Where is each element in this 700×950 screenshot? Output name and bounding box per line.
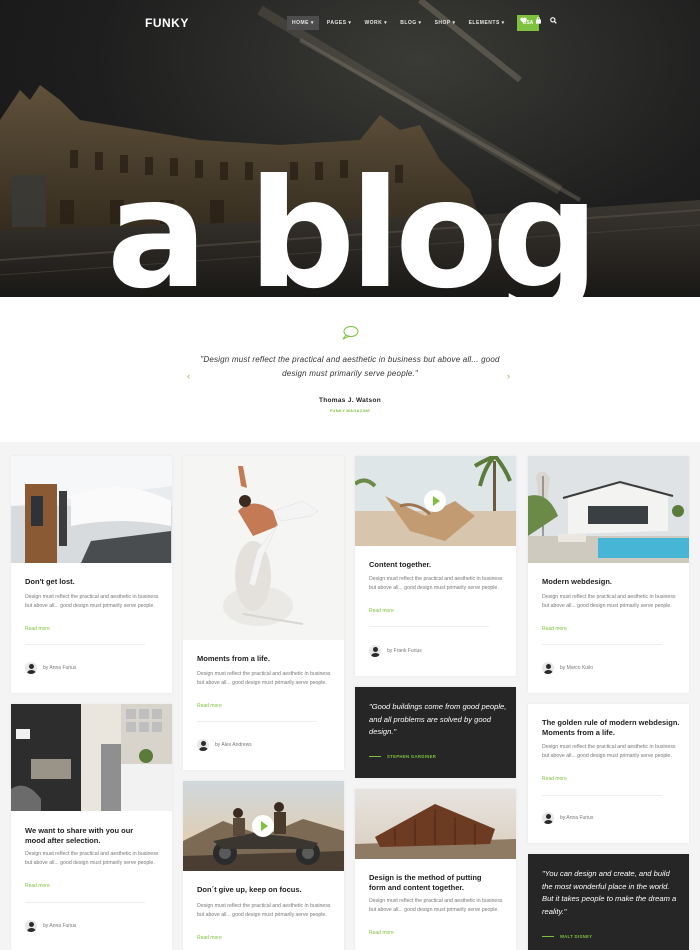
blog-card[interactable]: Don´t give up, keep on focus. Design mus… [183, 781, 344, 950]
accent-line [542, 936, 554, 937]
main-menu: HOME ▾ PAGES ▾ WORK ▾ BLOG ▾ SHOP ▾ ELEM… [287, 15, 540, 31]
card-excerpt: Design must reflect the practical and ae… [542, 744, 676, 759]
next-arrow[interactable]: › [507, 371, 510, 381]
card-excerpt: Design must reflect the practical and ae… [25, 594, 159, 609]
card-divider [25, 644, 145, 645]
card-title[interactable]: Design is the method of putting form and… [369, 873, 499, 893]
card-divider [197, 721, 317, 722]
play-button[interactable] [424, 490, 446, 512]
card-image-house[interactable] [355, 789, 516, 859]
card-author: by Frank Furius [369, 645, 422, 657]
card-excerpt: Design must reflect the practical and ae… [25, 851, 159, 866]
card-title[interactable]: We want to share with you our mood after… [25, 826, 150, 846]
card-excerpt: Design must reflect the practical and ae… [197, 671, 331, 686]
quote-text: "You can design and create, and build th… [542, 869, 677, 916]
read-more-link[interactable]: Read more [197, 935, 222, 941]
read-more-link[interactable]: Read more [369, 608, 394, 614]
card-image-villa[interactable] [528, 456, 689, 563]
speech-bubble-icon [342, 326, 359, 340]
card-author: by Anna Furius [542, 812, 593, 824]
card-image-interior[interactable] [11, 704, 172, 811]
read-more-link[interactable]: Read more [25, 626, 50, 632]
card-author: by Marco Kuilo [542, 662, 593, 674]
testimonial-section: ‹ "Design must reflect the practical and… [0, 297, 700, 442]
testimonial-author: Thomas J. Watson [319, 397, 381, 404]
card-title[interactable]: The golden rule of modern webdesign. Mom… [542, 718, 682, 738]
quote-author-name: WALT DISNEY [560, 934, 593, 939]
card-image-dancer[interactable] [183, 456, 344, 640]
blog-card[interactable]: The golden rule of modern webdesign. Mom… [528, 704, 689, 843]
logo[interactable]: FUNKY [145, 16, 189, 30]
blog-card[interactable]: Content together. Design must reflect th… [355, 456, 516, 676]
blog-card[interactable]: Design is the method of putting form and… [355, 789, 516, 950]
card-author: by Anna Furius [25, 662, 76, 674]
read-more-link[interactable]: Read more [542, 626, 567, 632]
author-name[interactable]: by Frank Furius [387, 648, 422, 654]
hero-banner: FUNKY HOME ▾ PAGES ▾ WORK ▾ BLOG ▾ SHOP … [0, 0, 700, 297]
card-divider [25, 902, 145, 903]
quote-author: WALT DISNEY [542, 934, 592, 939]
author-name[interactable]: by Anna Furius [43, 923, 76, 929]
prev-arrow[interactable]: ‹ [187, 371, 190, 381]
card-excerpt: Design must reflect the practical and ae… [197, 903, 331, 918]
card-author: by Anna Furius [25, 920, 76, 932]
card-title[interactable]: Moments from a life. [197, 654, 332, 664]
card-excerpt: Design must reflect the practical and ae… [369, 576, 503, 591]
author-avatar [197, 739, 209, 751]
card-divider [542, 795, 662, 796]
blog-card[interactable]: Modern webdesign. Design must reflect th… [528, 456, 689, 693]
search-icon[interactable] [550, 17, 557, 24]
read-more-link[interactable]: Read more [542, 776, 567, 782]
author-name[interactable]: by Alex Andrews [215, 742, 252, 748]
menu-item-blog[interactable]: BLOG ▾ [395, 16, 426, 30]
testimonial-source[interactable]: FUNKY MAGAZINE [0, 408, 700, 413]
card-title[interactable]: Modern webdesign. [542, 577, 677, 587]
page: FUNKY HOME ▾ PAGES ▾ WORK ▾ BLOG ▾ SHOP … [0, 0, 700, 950]
heart-icon[interactable] [520, 17, 527, 24]
author-name[interactable]: by Anna Furius [560, 815, 593, 821]
card-image-gallery[interactable] [11, 456, 172, 563]
author-name[interactable]: by Marco Kuilo [560, 665, 593, 671]
author-avatar [542, 812, 554, 824]
card-author: by Alex Andrews [197, 739, 252, 751]
accent-line [369, 756, 381, 757]
blog-card[interactable]: Don't get lost. Design must reflect the … [11, 456, 172, 693]
blog-card[interactable]: Moments from a life. Design must reflect… [183, 456, 344, 770]
menu-item-pages[interactable]: PAGES ▾ [322, 16, 357, 30]
hero-title: a blog [106, 148, 600, 297]
nav-icons [520, 17, 557, 24]
play-button[interactable] [252, 815, 274, 837]
read-more-link[interactable]: Read more [197, 703, 222, 709]
author-name[interactable]: by Anna Furius [43, 665, 76, 671]
quote-card[interactable]: "You can design and create, and build th… [528, 854, 689, 950]
card-divider [542, 644, 662, 645]
card-title[interactable]: Don´t give up, keep on focus. [197, 885, 332, 895]
menu-item-work[interactable]: WORK ▾ [359, 16, 392, 30]
author-avatar [542, 662, 554, 674]
card-title[interactable]: Content together. [369, 560, 504, 570]
quote-text: "Good buildings come from good people, a… [369, 702, 507, 736]
author-avatar [25, 920, 37, 932]
quote-author-name: STEPHEN GARDINER [387, 754, 437, 759]
author-avatar [369, 645, 381, 657]
card-title[interactable]: Don't get lost. [25, 577, 160, 587]
card-excerpt: Design must reflect the practical and ae… [542, 594, 676, 609]
blog-card[interactable]: We want to share with you our mood after… [11, 704, 172, 950]
card-excerpt: Design must reflect the practical and ae… [369, 898, 503, 913]
menu-item-elements[interactable]: ELEMENTS ▾ [464, 16, 510, 30]
author-avatar [25, 662, 37, 674]
bag-icon[interactable] [535, 17, 542, 24]
read-more-link[interactable]: Read more [25, 883, 50, 889]
read-more-link[interactable]: Read more [369, 930, 394, 936]
quote-author: STEPHEN GARDINER [369, 754, 436, 759]
quote-card[interactable]: "Good buildings come from good people, a… [355, 687, 516, 778]
top-navigation: FUNKY HOME ▾ PAGES ▾ WORK ▾ BLOG ▾ SHOP … [0, 0, 700, 44]
card-divider [369, 626, 489, 627]
menu-item-shop[interactable]: SHOP ▾ [430, 16, 461, 30]
testimonial-quote: "Design must reflect the practical and a… [200, 355, 500, 378]
menu-item-home[interactable]: HOME ▾ [287, 16, 319, 30]
